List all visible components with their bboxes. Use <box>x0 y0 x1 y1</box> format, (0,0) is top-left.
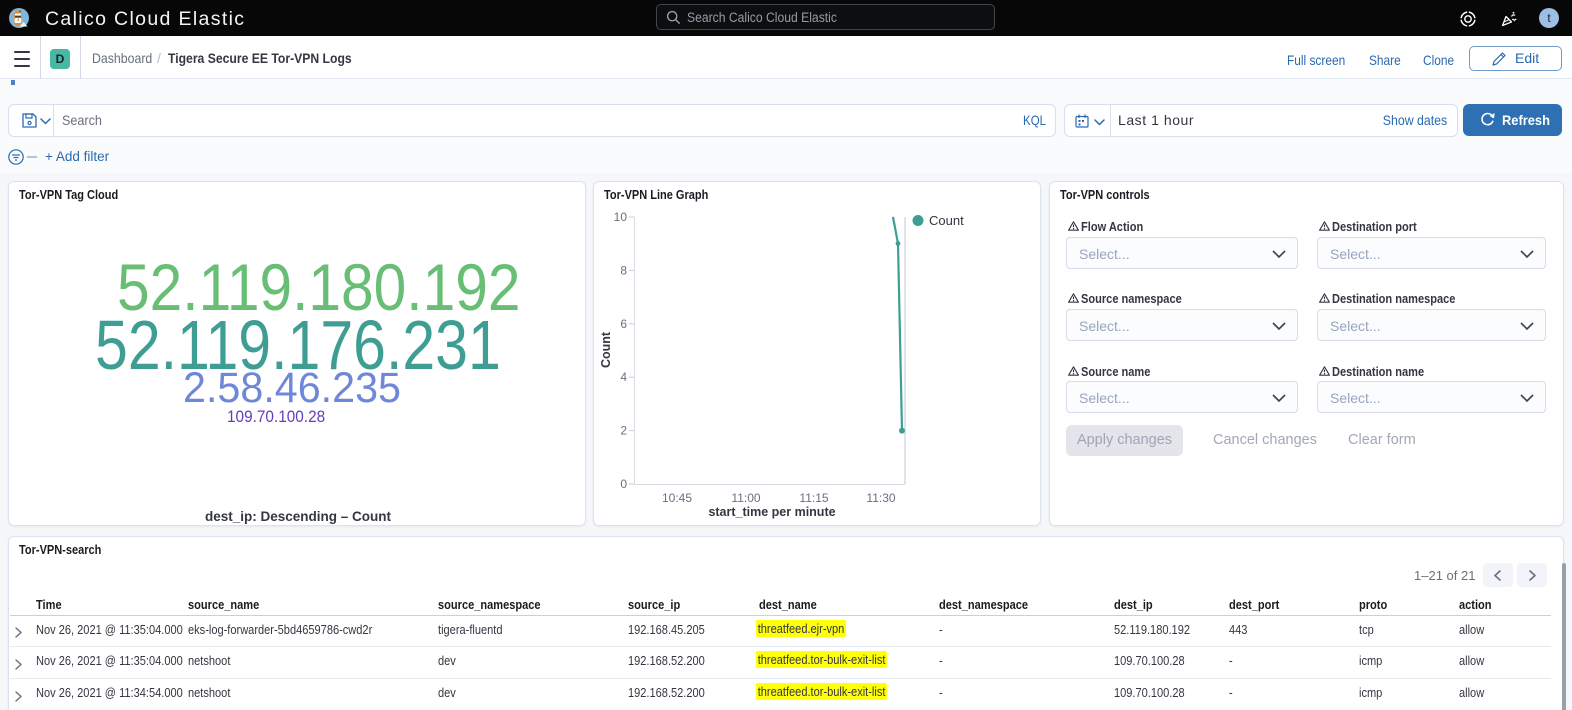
svg-text:4: 4 <box>620 370 627 384</box>
svg-text:8: 8 <box>620 263 627 277</box>
svg-text:11:15: 11:15 <box>799 491 828 505</box>
svg-text:0: 0 <box>620 477 627 491</box>
svg-text:Count: Count <box>929 213 964 228</box>
svg-text:11:30: 11:30 <box>866 491 895 505</box>
svg-text:10: 10 <box>614 210 628 224</box>
svg-text:11:00: 11:00 <box>731 491 760 505</box>
svg-text:Count: Count <box>599 331 613 368</box>
svg-text:2: 2 <box>620 424 627 438</box>
svg-text:6: 6 <box>620 317 627 331</box>
svg-text:10:45: 10:45 <box>662 491 692 505</box>
svg-text:start_time per minute: start_time per minute <box>708 505 835 519</box>
